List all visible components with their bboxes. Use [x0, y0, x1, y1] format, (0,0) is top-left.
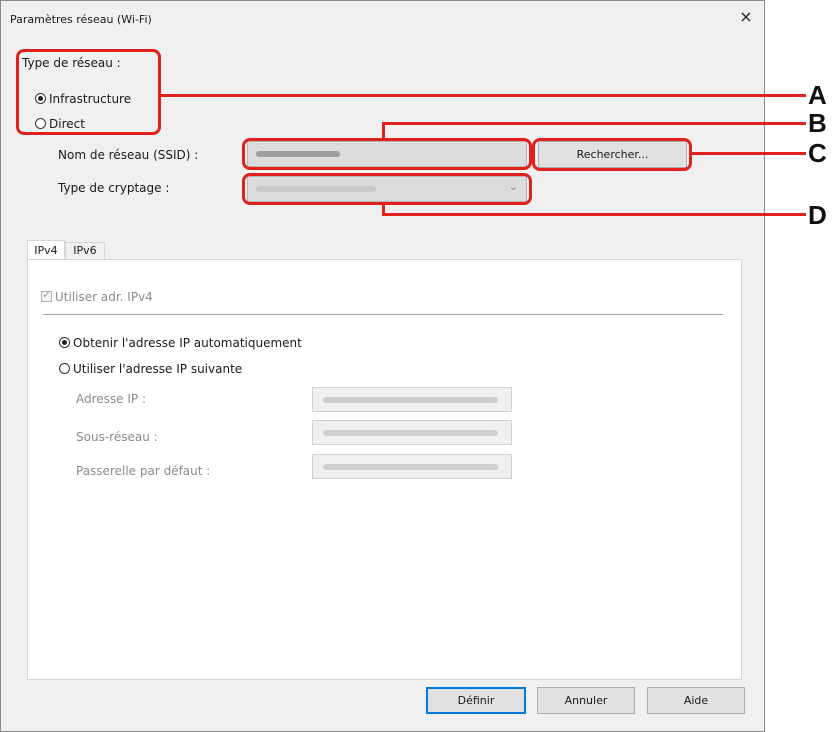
- gateway-input[interactable]: [312, 454, 512, 479]
- close-icon[interactable]: ×: [737, 8, 755, 26]
- checkbox-checked-icon: [41, 288, 52, 302]
- ip-address-input[interactable]: [312, 387, 512, 412]
- dialog-title: Paramètres réseau (Wi-Fi): [10, 13, 152, 26]
- cancel-button[interactable]: Annuler: [537, 687, 635, 714]
- subnet-label: Sous-réseau :: [76, 430, 158, 444]
- ssid-label: Nom de réseau (SSID) :: [58, 148, 199, 162]
- highlight-encryption: [242, 173, 532, 205]
- subnet-input[interactable]: [312, 420, 512, 445]
- ip-address-label: Adresse IP :: [76, 392, 147, 406]
- tab-ipv4[interactable]: IPv4: [27, 240, 65, 260]
- callout-b: B: [808, 108, 827, 138]
- set-button[interactable]: Définir: [426, 687, 526, 714]
- callout-c: C: [808, 138, 827, 168]
- help-button[interactable]: Aide: [647, 687, 745, 714]
- gateway-value-redacted: [323, 464, 498, 470]
- callout-line-d: [382, 213, 806, 216]
- radio-manual-ip[interactable]: Utiliser l'adresse IP suivante: [59, 362, 242, 376]
- callout-line-a: [158, 94, 806, 97]
- highlight-network-type: [16, 49, 161, 135]
- radio-unselected-icon: [59, 363, 70, 374]
- radio-selected-icon: [59, 337, 70, 348]
- callout-a: A: [808, 80, 827, 110]
- tab-ipv6[interactable]: IPv6: [65, 242, 105, 259]
- use-ipv4-checkbox[interactable]: Utiliser adr. IPv4: [41, 288, 153, 304]
- ipv4-tab-panel: Utiliser adr. IPv4 Obtenir l'adresse IP …: [27, 259, 742, 680]
- callout-line-b-vertical: [382, 123, 385, 139]
- highlight-ssid: [242, 138, 532, 170]
- highlight-search: [532, 138, 692, 171]
- radio-auto-ip[interactable]: Obtenir l'adresse IP automatiquement: [59, 336, 302, 350]
- network-settings-dialog: Paramètres réseau (Wi-Fi) × Type de rése…: [0, 0, 765, 732]
- callout-line-b: [382, 122, 806, 125]
- subnet-value-redacted: [323, 430, 498, 436]
- encryption-type-label: Type de cryptage :: [58, 181, 170, 195]
- ip-value-redacted: [323, 397, 498, 403]
- callout-line-c: [690, 152, 806, 155]
- section-divider: [43, 314, 723, 315]
- gateway-label: Passerelle par défaut :: [76, 464, 211, 478]
- callout-d: D: [808, 200, 827, 230]
